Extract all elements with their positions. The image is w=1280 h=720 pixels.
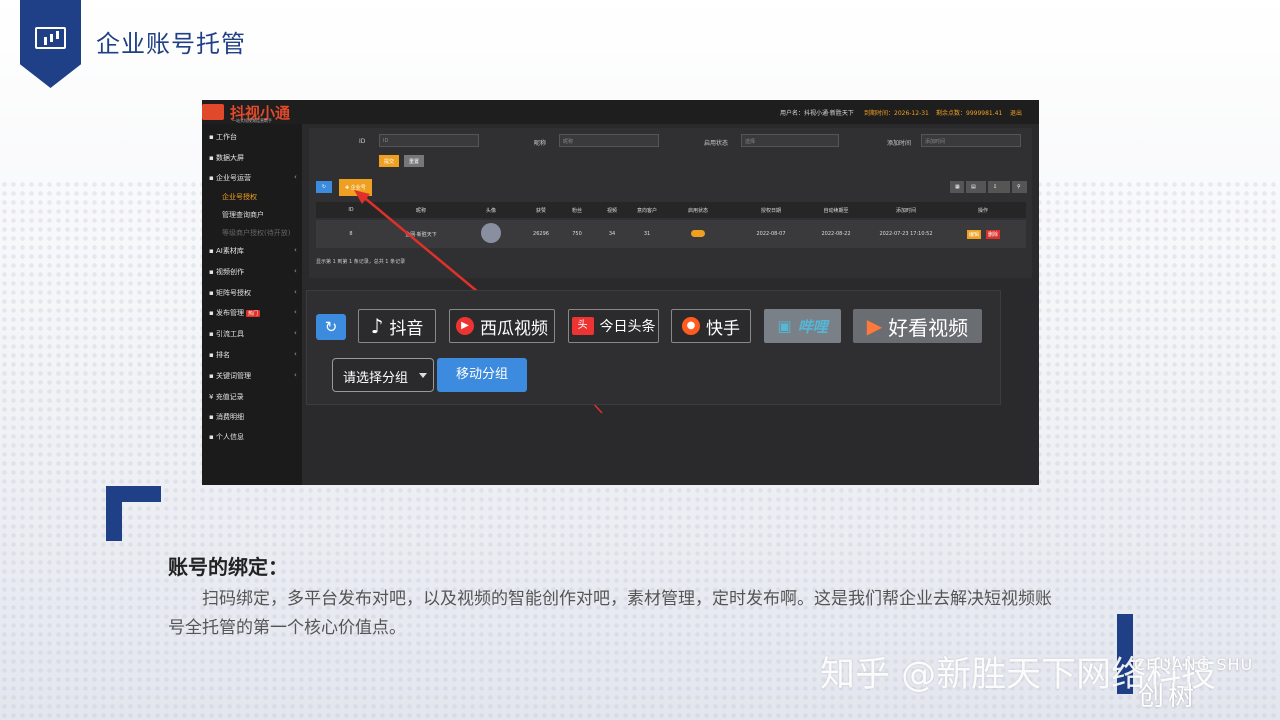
- platform-bilibili-button[interactable]: ▣ 哔哩: [764, 309, 841, 343]
- sidebar-item-dashboard[interactable]: ▪ 数据大屏: [209, 153, 244, 163]
- top-expire: 到期时间：2026-12-31: [864, 110, 929, 117]
- logout-link[interactable]: 退出: [1010, 108, 1022, 117]
- chevron-icon: ‹: [294, 329, 297, 337]
- haokan-icon: ▶: [866, 314, 883, 338]
- export-icon[interactable]: ⇩: [988, 181, 1010, 193]
- platform-panel: ↻ ♪ 抖音 ▶ 西瓜视频 头今日头条 ● 快手 ▣ 哔哩 ▶ 好看视频 请选择分组 移动…: [307, 291, 1000, 404]
- status-label: 启用状态: [704, 140, 729, 147]
- columns-icon[interactable]: ▤: [966, 181, 986, 193]
- top-balance: 剩余点数：9999981.41: [936, 110, 1003, 117]
- move-group-button[interactable]: 移动分组: [437, 358, 527, 392]
- presentation-logo-badge: [20, 0, 81, 88]
- sidebar-item-video-create[interactable]: ▪ 视频创作 ‹: [209, 267, 297, 277]
- id-label: ID: [359, 138, 366, 145]
- platform-toutiao-button[interactable]: 头今日头条: [568, 309, 659, 343]
- app-sidebar: ▪ 工作台 ▪ 数据大屏 ▪ 企业号运营 ‹ 企业号授权 管理查询商户 等级商户授…: [202, 124, 302, 485]
- chevron-icon: ‹: [294, 308, 297, 316]
- douyin-icon: ♪: [370, 314, 384, 338]
- sidebar-item-ai-library[interactable]: ▪ AI素材库 ‹: [209, 246, 297, 256]
- platform-xigua-button[interactable]: ▶ 西瓜视频: [449, 309, 555, 343]
- nickname-input[interactable]: 昵称: [559, 134, 659, 147]
- chevron-icon: ‹: [294, 350, 297, 358]
- sidebar-item-consume[interactable]: ▪ 消费明细: [209, 412, 244, 422]
- time-input[interactable]: 添加时间: [921, 134, 1021, 147]
- section-title: 账号的绑定：: [168, 555, 288, 579]
- status-select[interactable]: 选择: [741, 134, 839, 147]
- id-input[interactable]: ID: [379, 134, 479, 147]
- chevron-icon: ‹: [294, 288, 297, 296]
- sidebar-item-rank[interactable]: ▪ 排名 ‹: [209, 350, 297, 360]
- chevron-icon: ‹: [294, 267, 297, 275]
- watermark-logo-text: 创树: [1138, 682, 1199, 712]
- platform-haokan-button[interactable]: ▶ 好看视频: [853, 309, 982, 343]
- reset-button[interactable]: 重置: [404, 155, 425, 167]
- sidebar-item-enterprise[interactable]: ▪ 企业号运营 ‹: [209, 173, 297, 183]
- top-user: 用户名：抖视小通·新胜天下: [780, 110, 854, 117]
- caret-down-icon: [419, 373, 427, 378]
- watermark-sub: CHUANG SHU: [1134, 655, 1254, 674]
- search-icon[interactable]: ⚲: [1012, 181, 1027, 193]
- sidebar-item-workbench[interactable]: ▪ 工作台: [209, 132, 237, 142]
- sidebar-item-traffic[interactable]: ▪ 引流工具 ‹: [209, 329, 297, 339]
- kuaishou-icon: ●: [682, 317, 700, 335]
- app-topbar: 抖视小通 一站式短视频运营助手 用户名：抖视小通·新胜天下 到期时间：2026-…: [202, 100, 1039, 124]
- platform-douyin-button[interactable]: ♪ 抖音: [358, 309, 436, 343]
- submit-button[interactable]: 提交: [379, 155, 400, 167]
- delete-button[interactable]: 删除: [985, 230, 1001, 239]
- toutiao-icon: 头: [571, 317, 594, 335]
- nickname-label: 昵称: [534, 140, 547, 147]
- chevron-icon: ‹: [294, 371, 297, 379]
- sidebar-item-recharge[interactable]: ¥ 充值记录: [209, 392, 244, 402]
- group-select[interactable]: 请选择分组: [332, 358, 434, 392]
- chevron-icon: ‹: [294, 173, 297, 181]
- corner-decoration-left: [106, 486, 161, 541]
- chart-icon: [35, 27, 66, 49]
- chevron-icon: ‹: [294, 246, 297, 254]
- sidebar-item-profile[interactable]: ▪ 个人信息: [209, 432, 244, 442]
- bilibili-icon: ▣: [777, 317, 792, 335]
- sidebar-item-merchant[interactable]: 管理查询商户: [222, 210, 264, 220]
- sidebar-item-matrix-auth[interactable]: ▪ 矩阵号授权 ‹: [209, 288, 297, 298]
- brand-logo-icon: [202, 104, 224, 120]
- time-label: 添加时间: [887, 140, 912, 147]
- platform-kuaishou-button[interactable]: ● 快手: [671, 309, 751, 343]
- sidebar-item-publish[interactable]: ▪ 发布管理 热门 ‹: [209, 308, 297, 318]
- sidebar-item-keywords[interactable]: ▪ 关键词管理 ‹: [209, 371, 297, 381]
- sidebar-item-enterprise-auth[interactable]: 企业号授权: [222, 192, 257, 202]
- section-body: 扫码绑定，多平台发布对吧，以及视频的智能创作对吧，素材管理，定时发布啊。这是我们…: [168, 589, 1052, 638]
- page-title: 企业账号托管: [96, 30, 246, 58]
- sidebar-item-level-merchant[interactable]: 等级商户授权(待开放): [222, 228, 290, 238]
- status-toggle[interactable]: [691, 230, 705, 237]
- hot-badge: 热门: [245, 310, 260, 317]
- xigua-icon: ▶: [456, 317, 474, 335]
- edit-button[interactable]: 编辑: [966, 230, 982, 239]
- refresh-icon[interactable]: ↻: [316, 314, 346, 340]
- view-toggle-icon[interactable]: ▦: [950, 181, 964, 193]
